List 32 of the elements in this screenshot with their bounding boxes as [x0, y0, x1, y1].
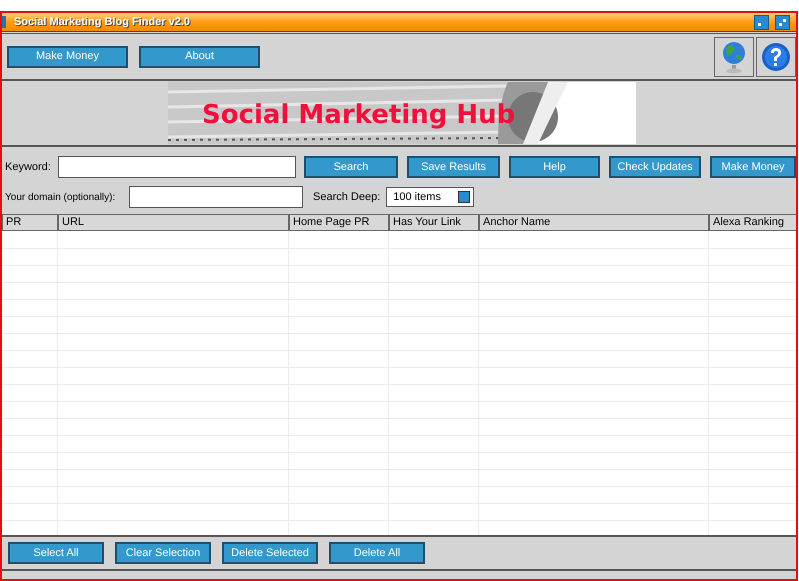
domain-label: Your domain (optionally): — [5, 190, 116, 204]
globe-icon — [720, 40, 748, 74]
maximize-button[interactable] — [775, 14, 790, 30]
action-button[interactable]: Check Updates — [609, 156, 701, 178]
minimize-button[interactable] — [754, 14, 769, 30]
action-button[interactable]: Help — [509, 156, 600, 178]
action-button[interactable]: Delete All — [329, 542, 425, 564]
help-button[interactable] — [756, 36, 796, 76]
search-deep-dropdown[interactable]: 100 items — [386, 187, 474, 207]
domain-field[interactable] — [129, 186, 303, 208]
action-button[interactable]: Clear Selection — [115, 542, 211, 564]
window-title: Social Marketing Blog Finder v2.0 — [14, 14, 190, 30]
column-header[interactable]: URL — [58, 214, 289, 231]
column-header[interactable]: Anchor Name — [479, 214, 709, 231]
keyword-field[interactable] — [58, 156, 296, 178]
search-deep-label: Search Deep: — [313, 190, 380, 205]
column-header[interactable]: Home Page PR — [289, 214, 389, 231]
keyword-label: Keyword: — [5, 160, 52, 175]
column-header[interactable]: PR — [2, 214, 58, 231]
action-button[interactable]: Save Results — [407, 156, 500, 178]
action-button[interactable]: Select All — [8, 542, 104, 564]
action-button[interactable]: Make Money — [710, 156, 796, 178]
banner-title: Social Marketing Hub — [202, 99, 516, 132]
action-button[interactable]: About — [139, 46, 260, 68]
help-icon — [761, 42, 791, 72]
action-button[interactable]: Search — [304, 156, 398, 178]
globe-button[interactable] — [714, 36, 754, 76]
column-header[interactable]: Has Your Link — [389, 214, 479, 231]
column-header[interactable]: Alexa Ranking — [709, 214, 796, 231]
action-button[interactable]: Delete Selected — [222, 542, 318, 564]
action-button[interactable]: Make Money — [7, 46, 128, 68]
dropdown-button[interactable] — [458, 191, 470, 203]
